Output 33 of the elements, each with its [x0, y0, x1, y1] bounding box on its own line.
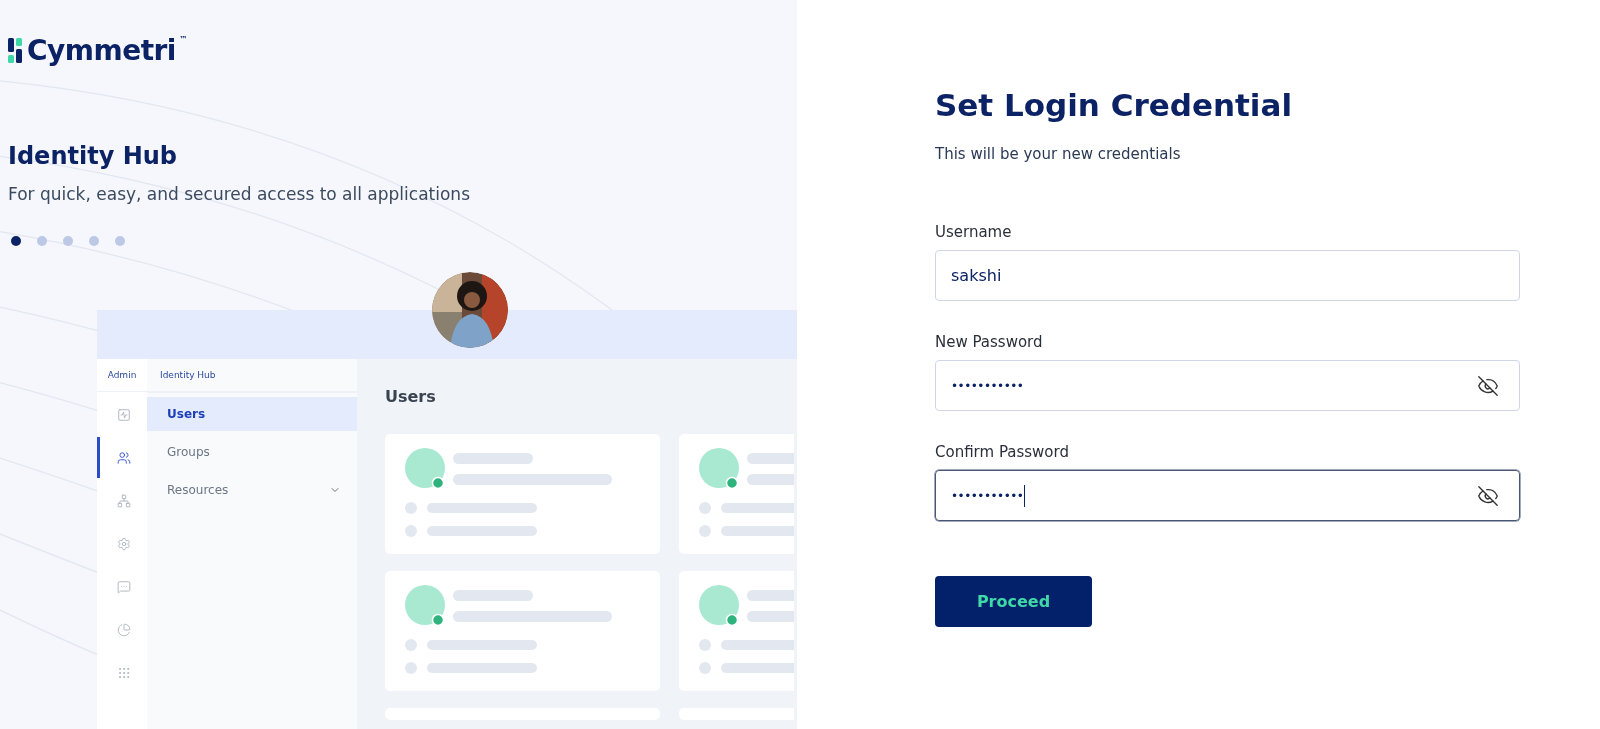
- input-field[interactable]: sakshi: [935, 250, 1520, 301]
- carousel-dot[interactable]: [115, 236, 125, 246]
- users-icon: [116, 450, 131, 465]
- page-title: Users: [385, 387, 437, 406]
- nav-item[interactable]: Users: [147, 397, 357, 431]
- field-label: Confirm Password: [935, 443, 1070, 461]
- carousel-dot[interactable]: [89, 236, 99, 246]
- logo-icon: [8, 38, 24, 64]
- hide-password-icon[interactable]: [1477, 374, 1499, 397]
- nav-item[interactable]: Resources: [147, 473, 357, 507]
- hero-title: Identity Hub: [8, 142, 178, 170]
- proceed-button[interactable]: Proceed: [935, 576, 1092, 627]
- nav-item[interactable]: Groups: [147, 435, 357, 469]
- settings-icon: [116, 536, 131, 551]
- form-subtitle: This will be your new credentials: [935, 145, 1182, 163]
- chart-icon: [116, 407, 131, 422]
- hero-subtitle: For quick, easy, and secured access to all applications: [8, 184, 471, 204]
- field-label: Username: [935, 223, 1013, 241]
- hide-password-icon[interactable]: [1477, 484, 1499, 507]
- carousel-dot[interactable]: [63, 236, 73, 246]
- password-field[interactable]: •••••••••••: [935, 360, 1520, 411]
- hierarchy-icon: [116, 493, 131, 508]
- trademark: ™: [178, 34, 187, 46]
- chat-icon: [116, 579, 131, 594]
- brand-name: Cymmetri: [27, 34, 176, 68]
- nav-label: Resources: [167, 483, 229, 497]
- password-field[interactable]: •••••••••••: [935, 470, 1520, 521]
- carousel-dot[interactable]: [37, 236, 47, 246]
- pie-chart-icon: [116, 622, 131, 637]
- form-title: Set Login Credential: [935, 86, 1294, 125]
- carousel-dot[interactable]: [11, 236, 21, 246]
- grid-icon: [116, 665, 131, 680]
- field-label: New Password: [935, 333, 1044, 351]
